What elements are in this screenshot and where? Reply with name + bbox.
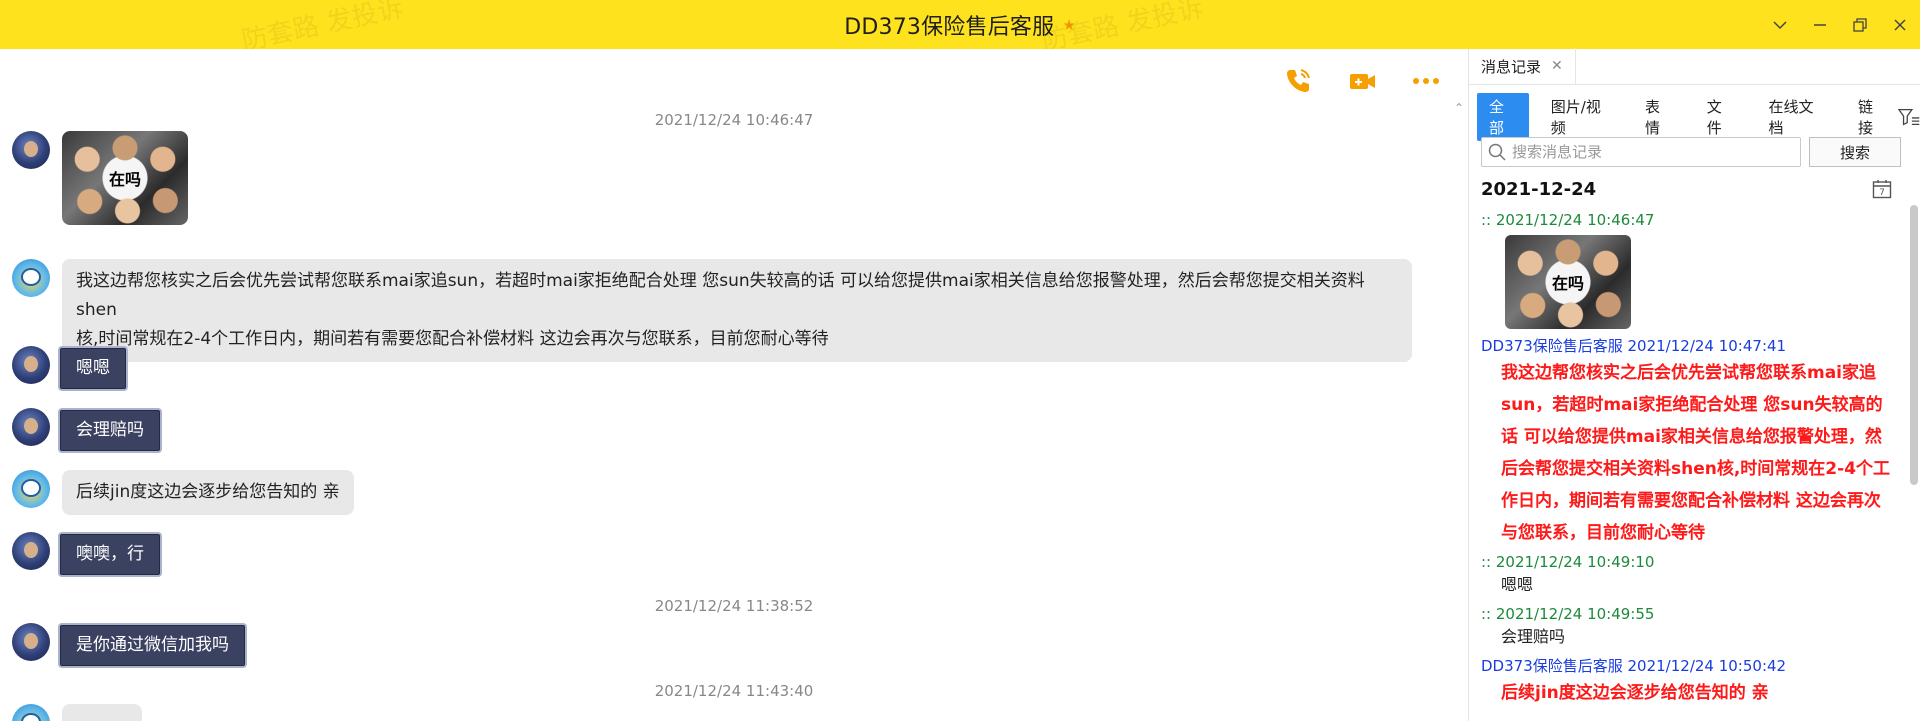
chevron-down-icon[interactable] (1760, 0, 1800, 49)
avatar[interactable] (12, 259, 50, 297)
title-bar: 防套路 发投诉 防套路 发投诉 DD373保险售后客服 ★ (0, 0, 1920, 57)
search-button[interactable]: 搜索 (1809, 137, 1901, 167)
filter-files[interactable]: 文件 (1695, 93, 1747, 141)
search-row: 搜索 (1481, 137, 1901, 167)
message-row: 会理赔吗 (12, 408, 162, 453)
window-title: DD373保险售后客服 (844, 14, 1055, 40)
record-meta: :: 2021/12/24 10:46:47 (1481, 211, 1655, 229)
filter-row: 全部 图片/视频 表情 文件 在线文档 链接 (1477, 93, 1920, 141)
message-text: 核,时间常规在2-4个工作日内，期间若有需要您配合补偿材料 这边会再次与您联系，… (76, 329, 829, 349)
message-row (12, 704, 142, 721)
more-dots-icon[interactable] (1408, 63, 1444, 99)
record-sticker[interactable]: 在吗 (1505, 235, 1631, 329)
message-row: 噢噢，行 (12, 532, 162, 577)
message-text: 后续jin度这边会逐步给您告知的 亲 (76, 482, 340, 502)
restore-icon[interactable] (1840, 0, 1880, 49)
message-bubble[interactable]: 会理赔吗 (58, 408, 162, 453)
close-icon[interactable]: ✕ (1551, 58, 1563, 74)
search-icon (1488, 143, 1506, 161)
phone-icon[interactable] (1280, 63, 1316, 99)
message-bubble[interactable]: 嗯嗯 (58, 346, 128, 391)
message-row: 后续jin度这边会逐步给您告知的 亲 (12, 470, 354, 515)
message-bubble[interactable]: 噢噢，行 (58, 532, 162, 577)
search-input[interactable] (1512, 143, 1792, 161)
tab-label: 消息记录 (1481, 57, 1542, 76)
message-history-panel: 消息记录 ✕ 全部 图片/视频 表情 文件 在线文档 链接 搜索消息记录 搜索 … (1468, 48, 1920, 721)
close-icon[interactable] (1880, 0, 1920, 49)
filter-links[interactable]: 链接 (1846, 93, 1898, 141)
message-row: 嗯嗯 (12, 346, 128, 391)
record-meta: DD373保险售后客服 2021/12/24 10:47:41 (1481, 337, 1787, 355)
sticker-text: 在吗 (108, 170, 141, 189)
panel-tabs: 消息记录 ✕ (1469, 48, 1920, 85)
filter-media[interactable]: 图片/视频 (1539, 93, 1623, 141)
record-list: :: 2021/12/24 10:46:47 在吗 DD373保险售后客服 20… (1481, 209, 1891, 711)
timestamp: 2021/12/24 11:38:52 (654, 597, 814, 615)
sticker-text: 在吗 (1551, 274, 1584, 293)
window-controls (1760, 0, 1920, 49)
message-text: 是你通过微信加我吗 (76, 635, 229, 655)
message-text: 嗯嗯 (76, 358, 110, 378)
filter-icon[interactable] (1897, 107, 1920, 127)
avatar[interactable] (12, 131, 50, 169)
calendar-icon[interactable]: 7 (1872, 179, 1892, 199)
avatar[interactable] (12, 704, 50, 721)
message-text: 会理赔吗 (76, 420, 144, 440)
video-camera-icon[interactable] (1344, 63, 1380, 99)
search-box (1481, 137, 1801, 167)
message-bubble[interactable]: 是你通过微信加我吗 (58, 623, 247, 668)
record-text: 会理赔吗 (1501, 627, 1566, 646)
avatar[interactable] (12, 470, 50, 508)
message-bubble[interactable]: 后续jin度这边会逐步给您告知的 亲 (62, 470, 354, 515)
minimize-icon[interactable] (1800, 0, 1840, 49)
chat-toolbar (1280, 63, 1444, 99)
message-row: 是你通过微信加我吗 (12, 623, 247, 668)
message-bubble[interactable]: 我这边帮您核实之后会优先尝试帮您联系mai家追sun，若超时mai家拒绝配合处理… (62, 259, 1412, 362)
avatar[interactable] (12, 408, 50, 446)
message-row: 我这边帮您核实之后会优先尝试帮您联系mai家追sun，若超时mai家拒绝配合处理… (12, 259, 1412, 362)
record-meta: DD373保险售后客服 2021/12/24 10:50:42 (1481, 657, 1787, 675)
chat-area: ⌃ 2021/12/24 10:46:47 在吗 我这边帮您核实之后会优先尝试帮… (0, 49, 1468, 721)
record-text: 后续jin度这边会逐步给您告知的 亲 (1501, 683, 1769, 703)
filter-docs[interactable]: 在线文档 (1756, 93, 1836, 141)
filter-emoji[interactable]: 表情 (1633, 93, 1685, 141)
scrollbar[interactable] (1910, 205, 1918, 485)
record-meta: :: 2021/12/24 10:49:10 (1481, 553, 1655, 571)
message-text: 噢噢，行 (76, 544, 144, 564)
record-meta: :: 2021/12/24 10:49:55 (1481, 605, 1655, 623)
avatar[interactable] (12, 532, 50, 570)
record-text: 我这边帮您核实之后会优先尝试帮您联系mai家追 sun，若超时mai家拒绝配合处… (1501, 363, 1891, 543)
date-header: 2021-12-24 (1481, 179, 1597, 200)
message-bubble[interactable] (62, 704, 142, 721)
avatar[interactable] (12, 623, 50, 661)
chat-window: 防套路 发投诉 防套路 发投诉 DD373保险售后客服 ★ ⌃ 2021/12/… (0, 0, 1920, 721)
timestamp: 2021/12/24 11:43:40 (654, 682, 814, 700)
sticker-message[interactable]: 在吗 (62, 131, 188, 225)
filter-all[interactable]: 全部 (1477, 93, 1529, 141)
timestamp: 2021/12/24 10:46:47 (654, 111, 814, 129)
message-row: 在吗 (12, 131, 188, 225)
tab-message-history[interactable]: 消息记录 ✕ (1469, 48, 1576, 84)
avatar[interactable] (12, 346, 50, 384)
record-text: 嗯嗯 (1501, 575, 1534, 594)
calendar-day: 7 (1879, 188, 1885, 198)
message-text: 我这边帮您核实之后会优先尝试帮您联系mai家追sun，若超时mai家拒绝配合处理… (76, 271, 1365, 320)
